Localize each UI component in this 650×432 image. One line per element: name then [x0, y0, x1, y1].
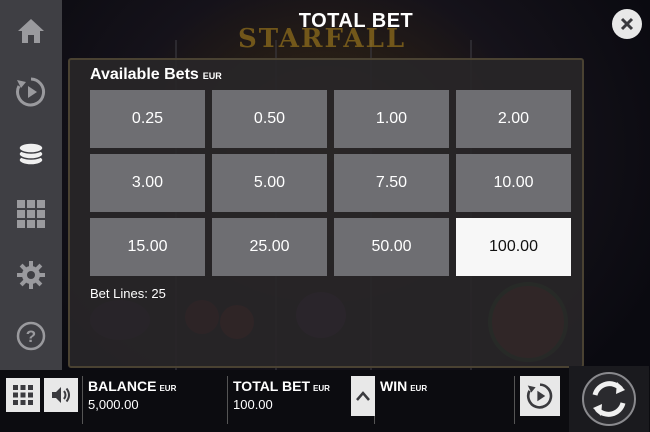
bet-settings-button[interactable] [0, 122, 62, 183]
bet-option-button[interactable]: 1.00 [334, 90, 449, 148]
bet-option-button[interactable]: 2.00 [456, 90, 571, 148]
home-button[interactable] [0, 0, 62, 61]
bet-option-button[interactable]: 3.00 [90, 154, 205, 212]
bet-lines-text: Bet Lines: 25 [90, 286, 166, 301]
close-button[interactable] [612, 9, 642, 39]
svg-text:?: ? [26, 327, 36, 346]
bet-option-button[interactable]: 25.00 [212, 218, 327, 276]
balance-label: BALANCE EUR [88, 378, 177, 394]
total-bet-label: TOTAL BET EUR [233, 378, 330, 394]
bet-option-button[interactable]: 0.50 [212, 90, 327, 148]
side-menu: ? [0, 0, 62, 370]
help-button[interactable]: ? [0, 305, 62, 366]
bet-option-button[interactable]: 15.00 [90, 218, 205, 276]
autoplay-button[interactable] [0, 61, 62, 122]
bet-option-button[interactable]: 10.00 [456, 154, 571, 212]
sound-button[interactable] [44, 378, 78, 412]
available-bets-panel: Available Bets EUR 0.25 0.50 1.00 2.00 3.00 5.… [68, 58, 584, 368]
spin-icon [582, 372, 636, 426]
help-icon: ? [16, 321, 46, 350]
paytable-button[interactable] [0, 183, 62, 244]
coins-stack-icon [18, 141, 44, 166]
chevron-up-icon [356, 391, 370, 401]
grid-icon [17, 199, 45, 228]
page-title: TOTAL BET [298, 10, 414, 32]
bet-up-button[interactable] [351, 376, 375, 416]
bet-option-button[interactable]: 0.25 [90, 90, 205, 148]
balance-display: BALANCE EUR 5,000.00 [88, 378, 176, 412]
available-bets-heading: Available Bets EUR [90, 66, 222, 84]
bet-option-button[interactable]: 7.50 [334, 154, 449, 212]
available-bets-label: Available Bets [90, 66, 199, 83]
win-label: WIN EUR [380, 378, 428, 394]
settings-button[interactable] [0, 244, 62, 305]
win-display: WIN EUR [380, 378, 427, 394]
bet-option-button[interactable]: 100.00 [456, 218, 571, 276]
close-icon [620, 17, 634, 31]
balance-value: 5,000.00 [88, 397, 139, 412]
grid-menu-icon [13, 385, 33, 405]
gear-icon [17, 260, 45, 289]
menu-button[interactable] [6, 378, 40, 412]
total-bet-display[interactable]: TOTAL BET EUR 100.00 [233, 378, 330, 412]
autoplay-bottom-button[interactable] [520, 376, 560, 416]
bet-option-button[interactable]: 50.00 [334, 218, 449, 276]
bet-options-grid: 0.25 0.50 1.00 2.00 3.00 5.00 7.50 10.00 15.00 25… [90, 90, 571, 276]
speaker-icon [52, 387, 70, 403]
home-icon [18, 18, 44, 43]
spin-button[interactable] [569, 366, 649, 432]
bet-option-button[interactable]: 5.00 [212, 154, 327, 212]
currency-label: EUR [202, 71, 222, 81]
autoplay-icon [16, 77, 46, 106]
autoplay-icon [526, 383, 553, 409]
total-bet-value: 100.00 [233, 397, 273, 412]
